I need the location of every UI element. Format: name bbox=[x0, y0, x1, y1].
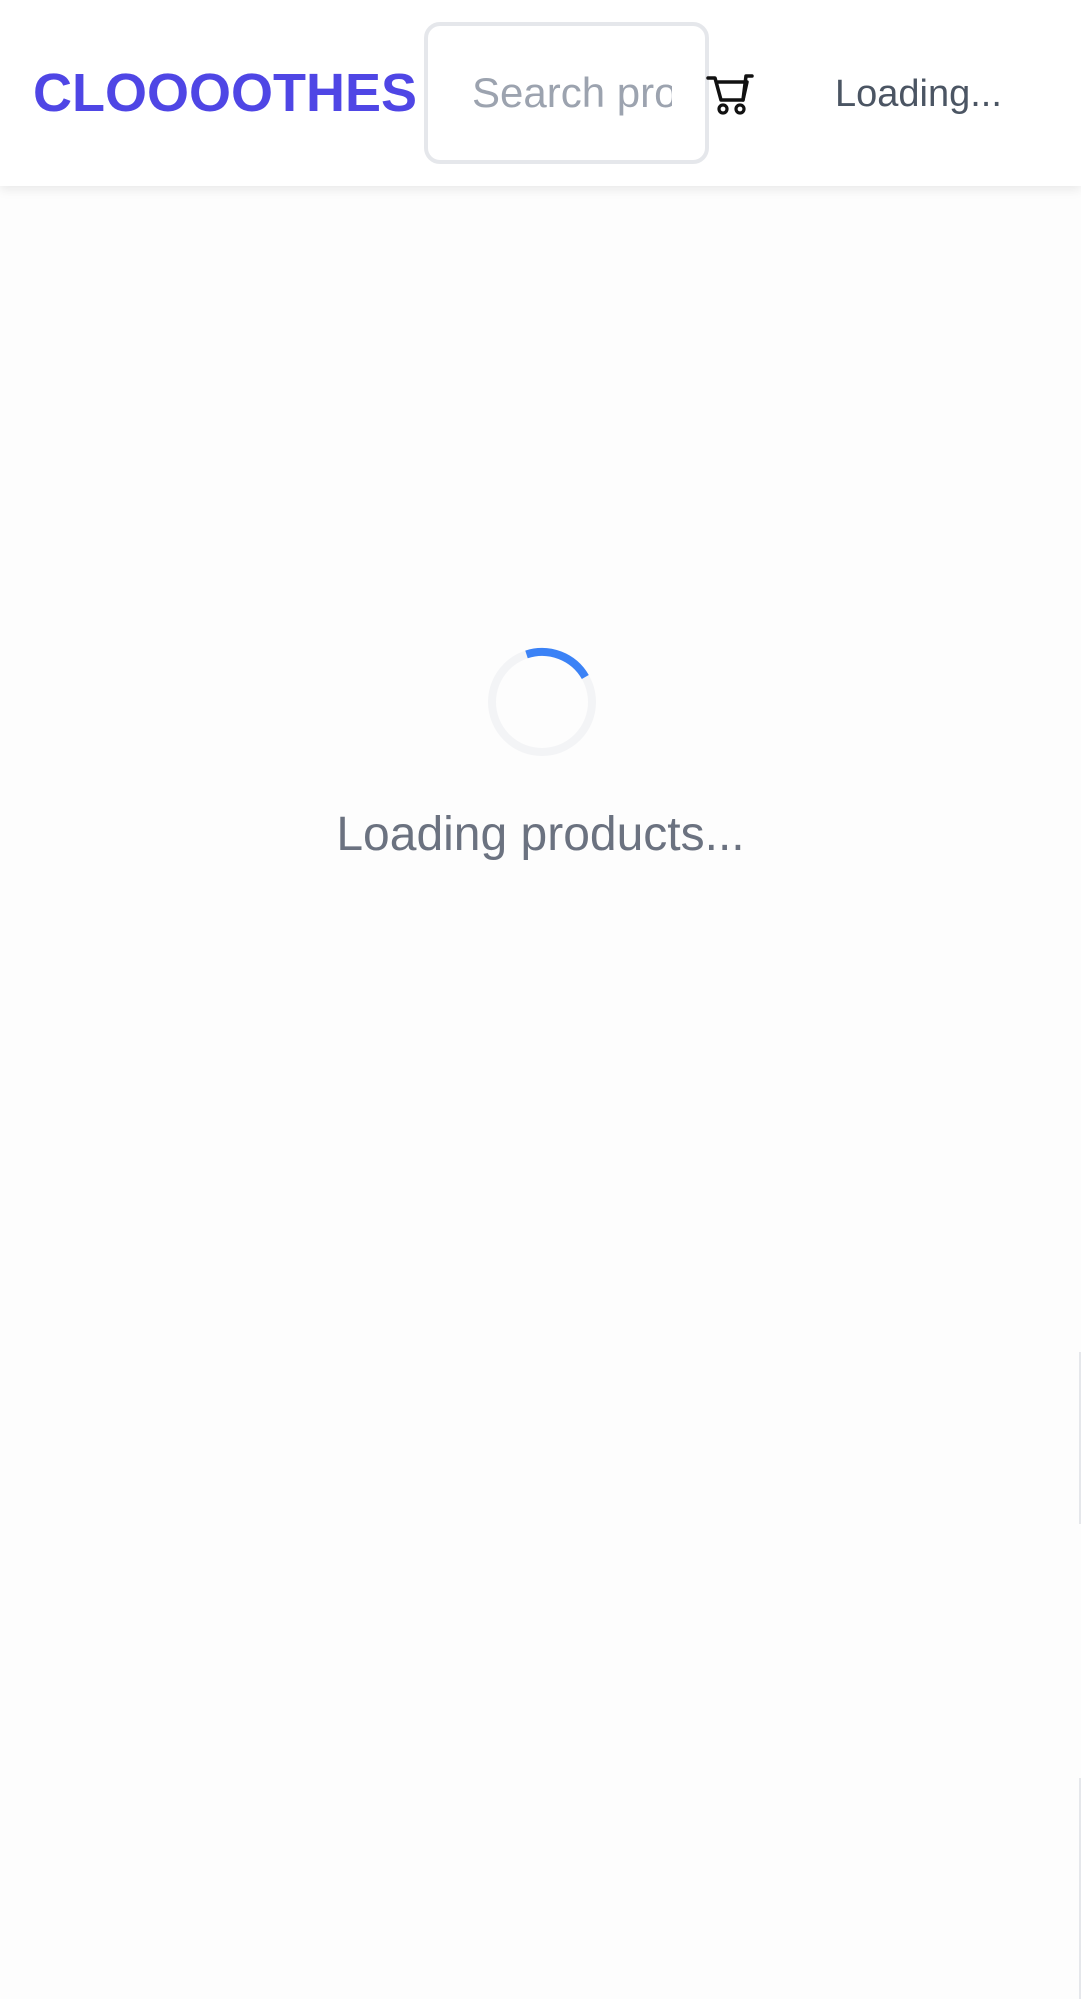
spinner-icon bbox=[488, 647, 596, 756]
brand-logo[interactable]: CLOOOOTHES bbox=[33, 62, 417, 124]
loading-message: Loading products... bbox=[336, 808, 745, 861]
shopping-cart-icon bbox=[706, 74, 754, 115]
page: CLOOOOTHES Loading... Loading products..… bbox=[0, 0, 1081, 1999]
top-navbar: CLOOOOTHES Loading... bbox=[0, 0, 1081, 186]
user-status: Loading... bbox=[835, 73, 1002, 115]
search-box[interactable] bbox=[424, 22, 709, 164]
cart-button[interactable] bbox=[706, 72, 754, 116]
loading-spinner bbox=[486, 646, 598, 758]
search-input[interactable] bbox=[472, 26, 672, 160]
